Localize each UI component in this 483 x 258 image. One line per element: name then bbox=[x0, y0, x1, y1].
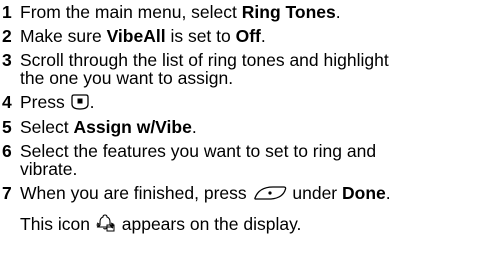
step-text: Select the features you want to set to r… bbox=[20, 141, 377, 179]
setting-off: Off bbox=[235, 26, 261, 46]
ring-and-vibrate-icon bbox=[95, 214, 116, 232]
step-number: 6 bbox=[2, 141, 12, 161]
menu-item-assign-w-vibe: Assign w/Vibe bbox=[73, 117, 192, 137]
note-text: This icon appears on the display. bbox=[20, 214, 302, 234]
step-number: 3 bbox=[2, 50, 12, 70]
step-number: 4 bbox=[2, 92, 12, 112]
step-text: When you are finished, press under Done. bbox=[20, 183, 391, 203]
menu-key-icon bbox=[70, 94, 89, 110]
setting-vibeall: VibeAll bbox=[106, 26, 166, 46]
step-number: 5 bbox=[2, 117, 12, 137]
menu-item-ring-tones: Ring Tones bbox=[241, 2, 336, 22]
step-text: Press . bbox=[20, 92, 95, 112]
step-number: 7 bbox=[2, 183, 12, 203]
step-text: Make sure VibeAll is set to Off. bbox=[20, 26, 266, 46]
softkey-label-done: Done bbox=[342, 183, 386, 203]
step-text: Scroll through the list of ring tones an… bbox=[20, 50, 389, 88]
step-number: 2 bbox=[2, 26, 12, 46]
step-number: 1 bbox=[2, 2, 12, 22]
step-text: Select Assign w/Vibe. bbox=[20, 117, 197, 137]
step-text: From the main menu, select Ring Tones. bbox=[20, 2, 341, 22]
left-softkey-icon bbox=[253, 185, 287, 201]
instruction-document: 1 From the main menu, select Ring Tones.… bbox=[0, 0, 483, 258]
